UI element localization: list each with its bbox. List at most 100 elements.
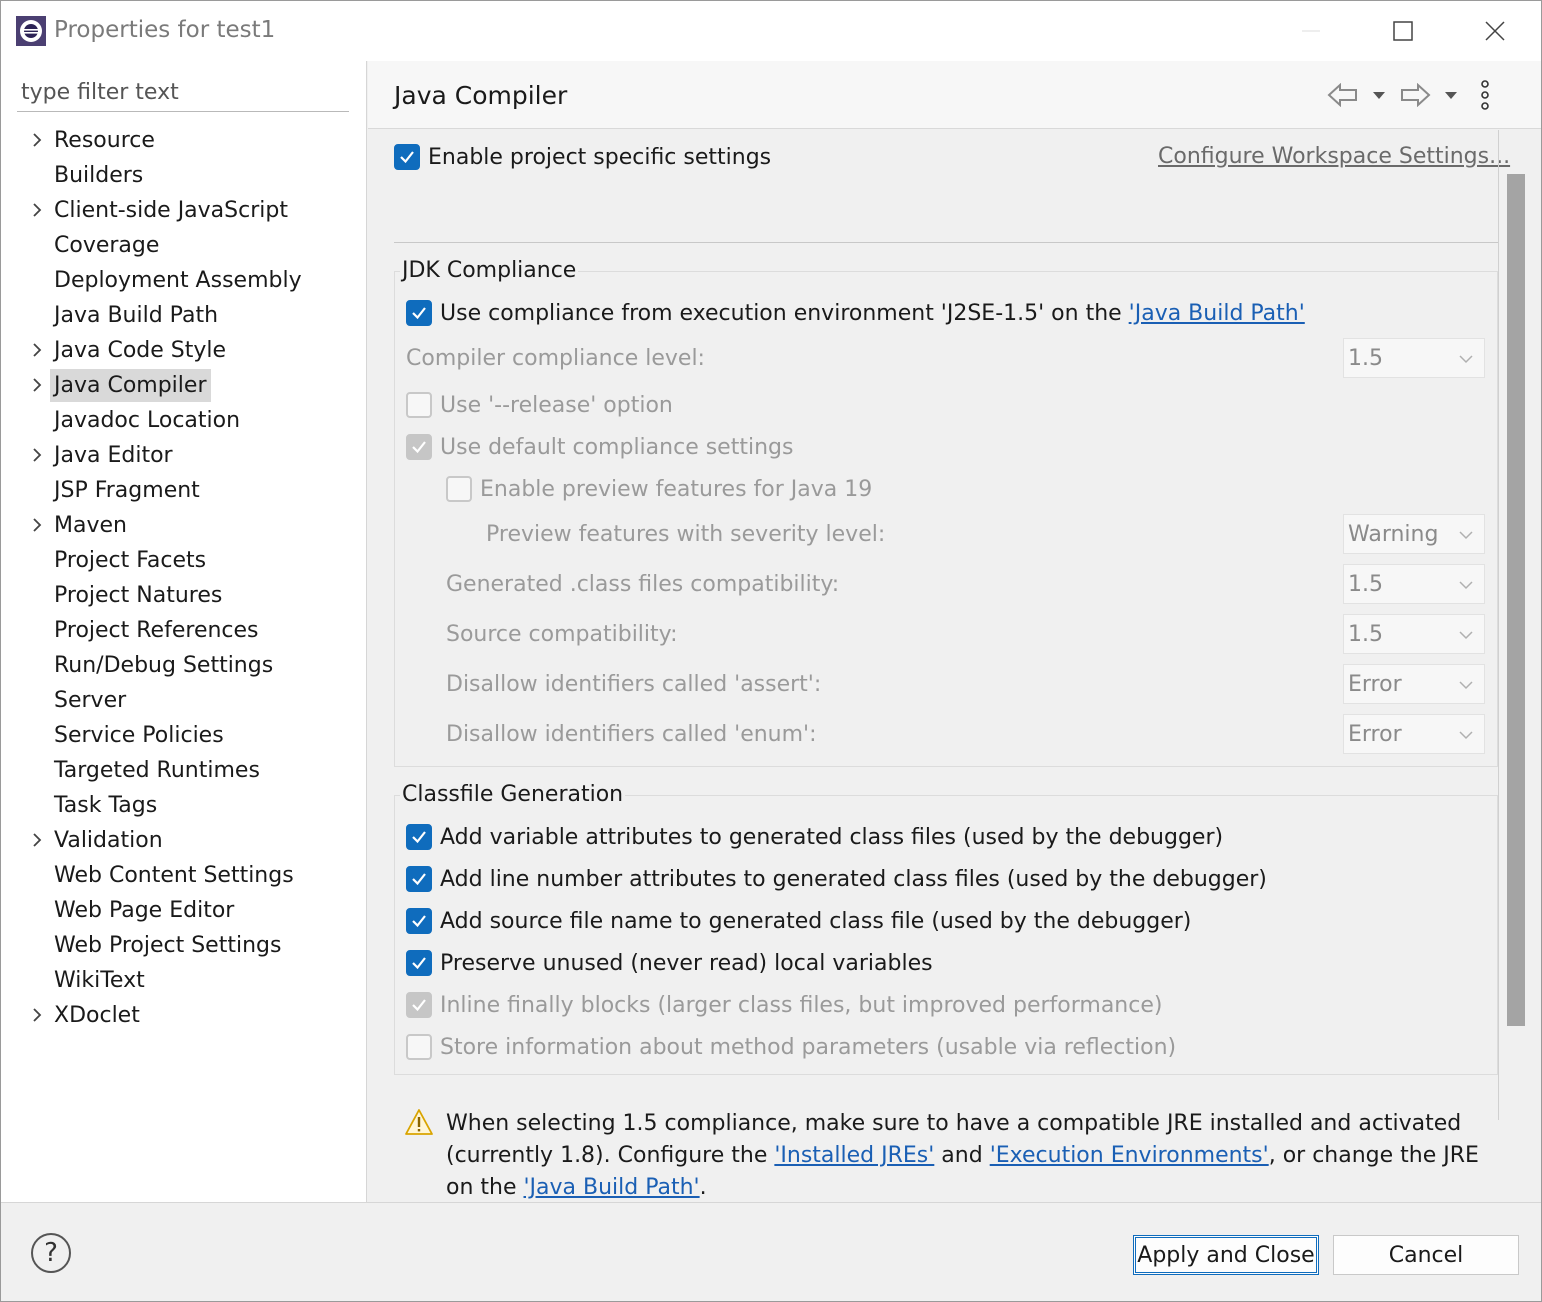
java-build-path-link[interactable]: 'Java Build Path'	[524, 1175, 700, 1200]
source-compat-combo[interactable]: 1.5	[1343, 614, 1485, 654]
tree-item[interactable]: Task Tags	[1, 788, 367, 823]
tree-item[interactable]: Java Build Path	[1, 298, 367, 333]
release-option-checkbox[interactable]: Use '--release' option	[406, 392, 673, 418]
chevron-right-icon[interactable]	[27, 830, 47, 850]
tree-item[interactable]: Resource	[1, 123, 367, 158]
chevron-down-icon	[1459, 731, 1473, 740]
page-border	[1498, 130, 1499, 1120]
chevron-right-icon[interactable]	[27, 1005, 47, 1025]
tree-item[interactable]: Project Natures	[1, 578, 367, 613]
default-compliance-checkbox[interactable]: Use default compliance settings	[406, 434, 793, 460]
help-button[interactable]: ?	[31, 1233, 71, 1273]
close-button[interactable]	[1449, 1, 1541, 61]
chevron-right-icon[interactable]	[27, 200, 47, 220]
tree-item-label: Coverage	[54, 233, 160, 258]
tree-item-label: Validation	[54, 828, 163, 853]
source-name-checkbox[interactable]: Add source file name to generated class …	[406, 908, 1191, 934]
tree-item[interactable]: Project Facets	[1, 543, 367, 578]
tree-item[interactable]: Deployment Assembly	[1, 263, 367, 298]
preserve-unused-checkbox[interactable]: Preserve unused (never read) local varia…	[406, 950, 933, 976]
tree-item-label: Web Project Settings	[54, 933, 282, 958]
tree-item[interactable]: Javadoc Location	[1, 403, 367, 438]
compiler-compliance-level-combo[interactable]: 1.5	[1343, 338, 1485, 378]
minimize-button[interactable]	[1265, 1, 1357, 61]
tree-item[interactable]: Java Editor	[1, 438, 367, 473]
tree-item-label: Deployment Assembly	[54, 268, 302, 293]
tree-item-label: Server	[54, 688, 127, 713]
tree-item[interactable]: Validation	[1, 823, 367, 858]
tree-item[interactable]: Server	[1, 683, 367, 718]
forward-arrow-icon	[1401, 83, 1431, 107]
filter-input[interactable]	[17, 74, 349, 112]
tree-item[interactable]: Maven	[1, 508, 367, 543]
tree-item[interactable]: Web Content Settings	[1, 858, 367, 893]
property-page-navigator: Resource Builders Client-side JavaScript Co…	[1, 61, 367, 1202]
use-compliance-checkbox[interactable]: Use compliance from execution environmen…	[406, 300, 1305, 326]
tree-item[interactable]: Builders	[1, 158, 367, 193]
var-attrs-label: Add variable attributes to generated cla…	[440, 824, 1224, 850]
execution-environments-link[interactable]: 'Execution Environments'	[990, 1143, 1269, 1168]
page-title: Java Compiler	[394, 81, 568, 110]
tree-item-label: Client-side JavaScript	[54, 198, 288, 223]
chevron-right-icon[interactable]	[27, 445, 47, 465]
enable-project-specific-checkbox[interactable]: Enable project specific settings	[394, 144, 771, 170]
tree-item[interactable]: Project References	[1, 613, 367, 648]
apply-and-close-button[interactable]: Apply and Close	[1133, 1235, 1319, 1275]
chevron-right-icon[interactable]	[27, 375, 47, 395]
cancel-button[interactable]: Cancel	[1333, 1235, 1519, 1275]
checkbox-checked-icon	[406, 992, 432, 1018]
page-navigation	[1327, 77, 1541, 113]
tree-item[interactable]: Web Page Editor	[1, 893, 367, 928]
use-compliance-label: Use compliance from execution environmen…	[440, 300, 1129, 326]
tree-item[interactable]: XDoclet	[1, 998, 367, 1033]
class-compat-combo[interactable]: 1.5	[1343, 564, 1485, 604]
enum-ident-label: Disallow identifiers called 'enum':	[446, 722, 817, 747]
tree-item[interactable]: Service Policies	[1, 718, 367, 753]
tree-item[interactable]: Targeted Runtimes	[1, 753, 367, 788]
line-attrs-label: Add line number attributes to generated …	[440, 866, 1267, 892]
more-vertical-icon	[1481, 80, 1489, 110]
tree-item[interactable]: JSP Fragment	[1, 473, 367, 508]
default-compliance-label: Use default compliance settings	[440, 434, 794, 460]
scrollbar-thumb[interactable]	[1507, 174, 1525, 1026]
assert-ident-combo[interactable]: Error	[1343, 664, 1485, 704]
chevron-right-icon[interactable]	[27, 515, 47, 535]
preview-severity-combo[interactable]: Warning	[1343, 514, 1485, 554]
method-params-checkbox[interactable]: Store information about method parameter…	[406, 1034, 1176, 1060]
tree-item-label: Service Policies	[54, 723, 224, 748]
checkbox-unchecked-icon	[446, 476, 472, 502]
back-history-dropdown[interactable]	[1361, 77, 1397, 113]
configure-workspace-link[interactable]: Configure Workspace Settings...	[1158, 144, 1510, 169]
checkbox-checked-icon	[394, 144, 420, 170]
tree-item[interactable]: Web Project Settings	[1, 928, 367, 963]
combo-value: Error	[1348, 671, 1402, 697]
tree-item[interactable]: Coverage	[1, 228, 367, 263]
tree-item[interactable]: Java Compiler	[1, 368, 367, 403]
enable-preview-checkbox[interactable]: Enable preview features for Java 19	[446, 476, 872, 502]
warning-text-4: .	[699, 1175, 707, 1200]
tree-item[interactable]: WikiText	[1, 963, 367, 998]
java-build-path-link[interactable]: 'Java Build Path'	[1129, 301, 1305, 326]
enum-ident-combo[interactable]: Error	[1343, 714, 1485, 754]
help-icon: ?	[44, 1238, 58, 1268]
view-menu-button[interactable]	[1467, 77, 1503, 113]
installed-jres-link[interactable]: 'Installed JREs'	[774, 1143, 934, 1168]
combo-value: Error	[1348, 721, 1402, 747]
jdk-compliance-title: JDK Compliance	[400, 258, 579, 283]
tree-item-label: Project Natures	[54, 583, 223, 608]
tree-item[interactable]: Run/Debug Settings	[1, 648, 367, 683]
line-attrs-checkbox[interactable]: Add line number attributes to generated …	[406, 866, 1267, 892]
var-attrs-checkbox[interactable]: Add variable attributes to generated cla…	[406, 824, 1223, 850]
maximize-button[interactable]	[1357, 1, 1449, 61]
forward-button[interactable]	[1397, 77, 1433, 113]
chevron-right-icon[interactable]	[27, 340, 47, 360]
inline-finally-checkbox[interactable]: Inline finally blocks (larger class file…	[406, 992, 1162, 1018]
vertical-scrollbar[interactable]	[1506, 174, 1526, 1184]
forward-history-dropdown[interactable]	[1433, 77, 1469, 113]
back-button[interactable]	[1325, 77, 1361, 113]
page-content: Enable project specific settings Configu…	[368, 130, 1541, 1202]
chevron-right-icon[interactable]	[27, 130, 47, 150]
tree-item[interactable]: Java Code Style	[1, 333, 367, 368]
tree-item[interactable]: Client-side JavaScript	[1, 193, 367, 228]
tree-item-label: Maven	[54, 513, 127, 538]
